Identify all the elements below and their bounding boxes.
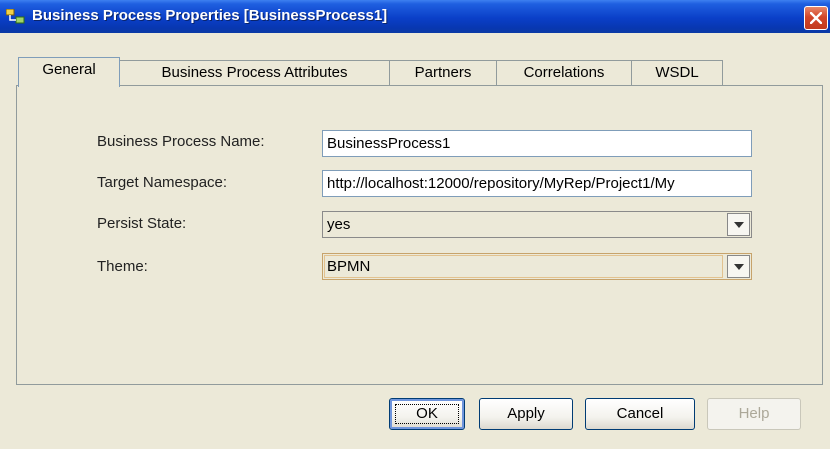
theme-value: BPMN — [327, 258, 371, 275]
business-process-icon — [5, 8, 26, 25]
chevron-down-icon — [734, 222, 744, 228]
chevron-down-icon — [734, 264, 744, 270]
properties-dialog: Business Process Properties [BusinessPro… — [0, 0, 830, 449]
theme-dropdown[interactable]: BPMN — [322, 253, 752, 280]
title-bar[interactable]: Business Process Properties [BusinessPro… — [0, 0, 830, 33]
theme-label: Theme: — [97, 258, 148, 275]
persist-state-dropdown[interactable]: yes — [322, 211, 752, 238]
apply-button[interactable]: Apply — [479, 398, 573, 430]
persist-state-value: yes — [327, 216, 351, 233]
tab-partners[interactable]: Partners — [389, 60, 497, 85]
business-process-name-field[interactable]: BusinessProcess1 — [322, 130, 752, 157]
target-namespace-label: Target Namespace: — [97, 174, 228, 191]
ok-button[interactable]: OK — [389, 398, 465, 430]
close-x-icon — [810, 12, 822, 24]
tab-general[interactable]: General — [18, 57, 120, 87]
theme-dropdown-button[interactable] — [727, 255, 750, 278]
business-process-name-label: Business Process Name: — [97, 133, 265, 150]
tab-strip: General Business Process Attributes Part… — [18, 57, 824, 87]
persist-state-label: Persist State: — [97, 215, 187, 232]
window-title: Business Process Properties [BusinessPro… — [32, 7, 388, 24]
tab-correlations[interactable]: Correlations — [496, 60, 632, 85]
target-namespace-field[interactable]: http://localhost:12000/repository/MyRep/… — [322, 170, 752, 197]
cancel-button[interactable]: Cancel — [585, 398, 695, 430]
tab-business-process-attributes[interactable]: Business Process Attributes — [119, 60, 390, 85]
close-button[interactable] — [804, 6, 828, 30]
persist-state-dropdown-button[interactable] — [727, 213, 750, 236]
tab-wsdl[interactable]: WSDL — [631, 60, 723, 85]
ok-button-label: OK — [416, 405, 438, 422]
help-button: Help — [707, 398, 801, 430]
